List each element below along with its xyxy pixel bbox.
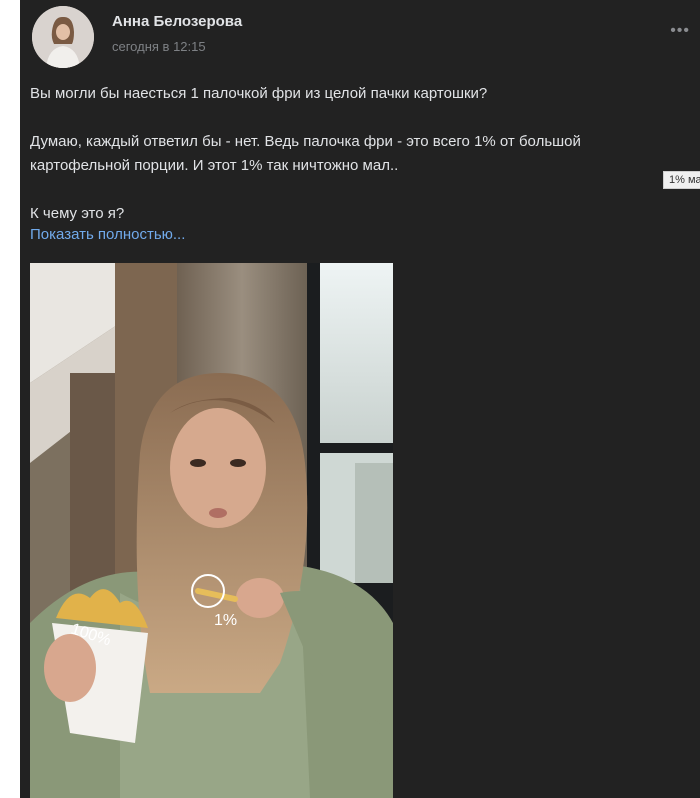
label-1: 1% (214, 612, 237, 629)
more-horizontal-icon[interactable]: ••• (670, 23, 690, 39)
avatar[interactable] (32, 6, 94, 68)
post-paragraph: К чему это я? (30, 205, 125, 222)
show-more-link[interactable]: Показать полностью... (30, 226, 185, 243)
post-time[interactable]: сегодня в 12:15 (112, 39, 206, 54)
post-card: Анна Белозерова сегодня в 12:15 ••• Вы м… (20, 0, 700, 798)
author-name[interactable]: Анна Белозерова (112, 13, 242, 30)
post-paragraph: Думаю, каждый ответил бы - нет. Ведь пал… (30, 133, 581, 174)
tooltip: 1% ма (663, 171, 700, 189)
post-paragraph: Вы могли бы наесться 1 палочкой фри из ц… (30, 85, 488, 102)
post-photo[interactable]: 100% 1% (30, 263, 393, 798)
post-text: Вы могли бы наесться 1 палочкой фри из ц… (30, 82, 680, 226)
